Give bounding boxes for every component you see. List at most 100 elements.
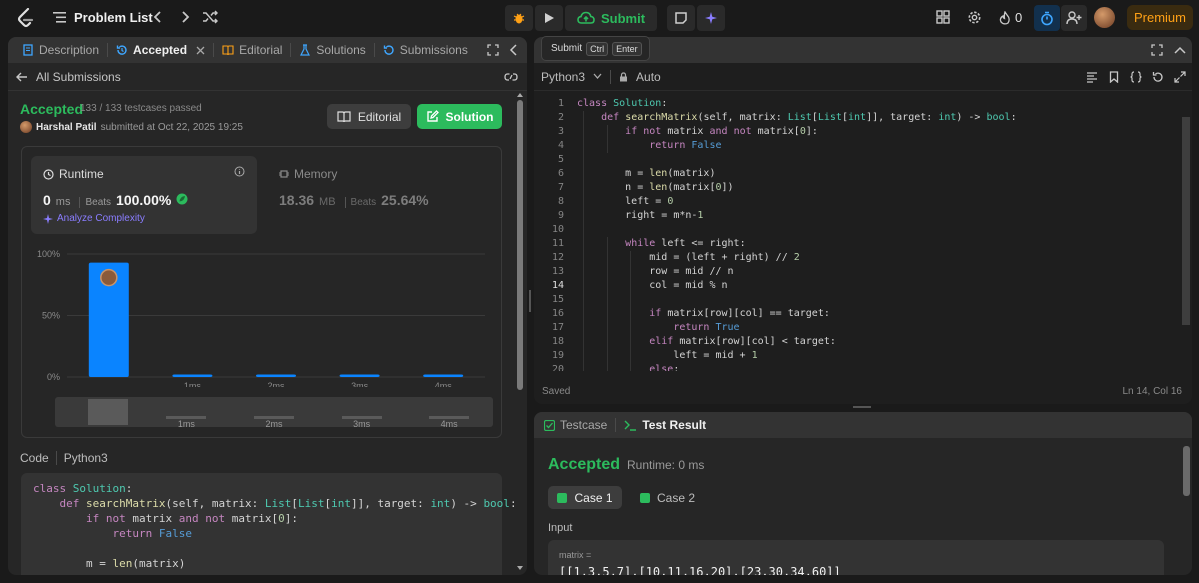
avatar[interactable] bbox=[20, 121, 32, 133]
editor-code-area[interactable]: 1 class Solution: 2 def searchMatrix(self,… bbox=[534, 94, 1184, 371]
code-editor-panel: Python3 Auto 1 class Solution: 2 def searc… bbox=[534, 37, 1192, 404]
minimap-bar-label: 4ms bbox=[429, 416, 470, 429]
divider bbox=[610, 69, 612, 84]
x-tick-label: 4ms bbox=[435, 381, 453, 387]
x-tick-label: 2ms bbox=[267, 381, 285, 387]
close-tab-icon[interactable] bbox=[196, 46, 205, 55]
editor-code-line: return False bbox=[649, 140, 722, 151]
cloud-upload-icon bbox=[577, 11, 595, 24]
share-link-icon[interactable] bbox=[504, 71, 518, 83]
editor-code-line: def searchMatrix(self, matrix: List[List… bbox=[601, 112, 1017, 123]
scroll-down-icon[interactable] bbox=[517, 565, 523, 571]
editorial-label: Editorial bbox=[357, 109, 402, 124]
collapse-panel-icon[interactable] bbox=[509, 44, 519, 56]
save-status: Saved bbox=[542, 386, 571, 397]
maximize-icon[interactable] bbox=[487, 44, 499, 56]
case-2-tab[interactable]: Case 2 bbox=[640, 486, 695, 509]
minimap-selection[interactable] bbox=[88, 399, 128, 425]
braces-icon[interactable] bbox=[1130, 71, 1142, 83]
case-1-tab[interactable]: Case 1 bbox=[548, 486, 622, 509]
reset-code-icon[interactable] bbox=[1152, 71, 1164, 83]
premium-button[interactable]: Premium bbox=[1127, 5, 1193, 30]
tab-label: Accepted bbox=[133, 43, 188, 57]
streak-counter[interactable]: 0 bbox=[999, 10, 1022, 25]
add-friend-icon[interactable] bbox=[1061, 5, 1087, 31]
minimap-bar-label: 2ms bbox=[254, 416, 294, 429]
x-tick-label: 3ms bbox=[351, 381, 369, 387]
tab-submissions[interactable]: Submissions bbox=[375, 37, 476, 63]
debug-icon[interactable] bbox=[505, 5, 533, 31]
tab-test-result[interactable]: Test Result bbox=[616, 412, 714, 438]
maximize-icon[interactable] bbox=[1151, 44, 1163, 56]
submission-meta: Harshal Patil submitted at Oct 22, 2025 … bbox=[20, 121, 243, 133]
left-scrollbar[interactable] bbox=[517, 92, 523, 572]
all-submissions-link[interactable]: All Submissions bbox=[8, 63, 527, 91]
runtime-unit: ms bbox=[55, 196, 71, 208]
chip-icon bbox=[279, 170, 289, 178]
tab-label: Editorial bbox=[239, 43, 283, 57]
memory-box[interactable]: Memory 18.36 MB Beats 25.64% bbox=[269, 156, 495, 234]
edit-icon bbox=[426, 110, 439, 122]
chevron-down-icon[interactable] bbox=[593, 73, 602, 80]
tooltip-label: Submit bbox=[551, 43, 583, 54]
editor-code-line: m = len(matrix) bbox=[577, 168, 716, 179]
flame-icon bbox=[999, 10, 1010, 25]
tab-description[interactable]: Description bbox=[14, 37, 107, 63]
left-tab-bar: Description Accepted Editorial Solutions… bbox=[8, 37, 527, 63]
panel-resize-handle[interactable] bbox=[529, 290, 531, 312]
runtime-distribution-chart: 0% 50% 100% 1ms 2ms 3ms 4ms bbox=[37, 249, 485, 387]
editor-code-line: left = 0 bbox=[577, 196, 674, 207]
fullscreen-icon[interactable] bbox=[1174, 71, 1186, 83]
previous-problem-icon[interactable] bbox=[151, 9, 165, 25]
submit-button[interactable]: Submit bbox=[565, 5, 658, 31]
beats-label: Beats bbox=[79, 197, 111, 208]
user-avatar[interactable] bbox=[1094, 7, 1115, 28]
line-number: 7 bbox=[557, 182, 564, 193]
result-scrollbar[interactable] bbox=[1183, 446, 1190, 496]
case-label: Case 1 bbox=[574, 490, 613, 505]
tab-editorial[interactable]: Editorial bbox=[214, 37, 290, 63]
chart-bar bbox=[423, 374, 464, 377]
layout-grid-icon[interactable] bbox=[936, 10, 950, 24]
scroll-up-icon[interactable] bbox=[517, 92, 523, 98]
auto-mode-label[interactable]: Auto bbox=[636, 70, 661, 84]
run-icon[interactable] bbox=[535, 5, 563, 31]
timer-icon[interactable] bbox=[1034, 5, 1060, 31]
list-icon[interactable] bbox=[53, 11, 66, 24]
editorial-button[interactable]: Editorial bbox=[327, 104, 411, 129]
tab-label: Test Result bbox=[642, 418, 707, 432]
checkbox-icon bbox=[544, 419, 555, 431]
line-number: 17 bbox=[551, 322, 564, 333]
code-line: return False bbox=[112, 527, 192, 540]
line-number: 10 bbox=[551, 224, 564, 235]
clock-icon bbox=[43, 168, 54, 180]
info-icon[interactable] bbox=[234, 166, 245, 177]
tab-solutions[interactable]: Solutions bbox=[291, 37, 373, 63]
username[interactable]: Harshal Patil bbox=[36, 122, 97, 133]
tab-accepted[interactable]: Accepted bbox=[108, 37, 213, 63]
collapse-up-icon[interactable] bbox=[1174, 45, 1186, 55]
submitted-code-block[interactable]: class Solution: def searchMatrix(self, m… bbox=[21, 473, 517, 575]
format-code-icon[interactable] bbox=[1086, 71, 1098, 83]
language-select[interactable]: Python3 bbox=[541, 70, 585, 84]
tab-testcase[interactable]: Testcase bbox=[542, 412, 615, 438]
editor-resize-handle[interactable] bbox=[853, 406, 871, 408]
bookmark-icon[interactable] bbox=[1108, 71, 1120, 83]
shuffle-icon[interactable] bbox=[202, 9, 218, 25]
ai-sparkle-icon[interactable] bbox=[697, 5, 726, 31]
chart-range-minimap[interactable]: 1ms 2ms 3ms 4ms bbox=[55, 397, 493, 429]
notes-icon[interactable] bbox=[667, 5, 696, 31]
code-line: if not matrix and not matrix[0]: bbox=[85, 512, 298, 525]
settings-gear-icon[interactable] bbox=[967, 10, 982, 25]
analyze-complexity-link[interactable]: Analyze Complexity bbox=[43, 213, 145, 224]
leetcode-logo-icon[interactable] bbox=[16, 8, 36, 28]
runtime-box[interactable]: Runtime 0 ms Beats 100.00% Analyze Compl… bbox=[31, 156, 257, 234]
user-avatar-marker bbox=[100, 268, 118, 287]
next-problem-icon[interactable] bbox=[178, 9, 192, 25]
editor-scrollbar[interactable] bbox=[1182, 117, 1190, 325]
problem-list-link[interactable]: Problem List bbox=[74, 10, 153, 25]
solution-button[interactable]: Solution bbox=[417, 104, 502, 129]
book-icon bbox=[222, 45, 234, 56]
minimap-bar-label: 3ms bbox=[341, 416, 382, 429]
scroll-thumb[interactable] bbox=[517, 100, 523, 390]
